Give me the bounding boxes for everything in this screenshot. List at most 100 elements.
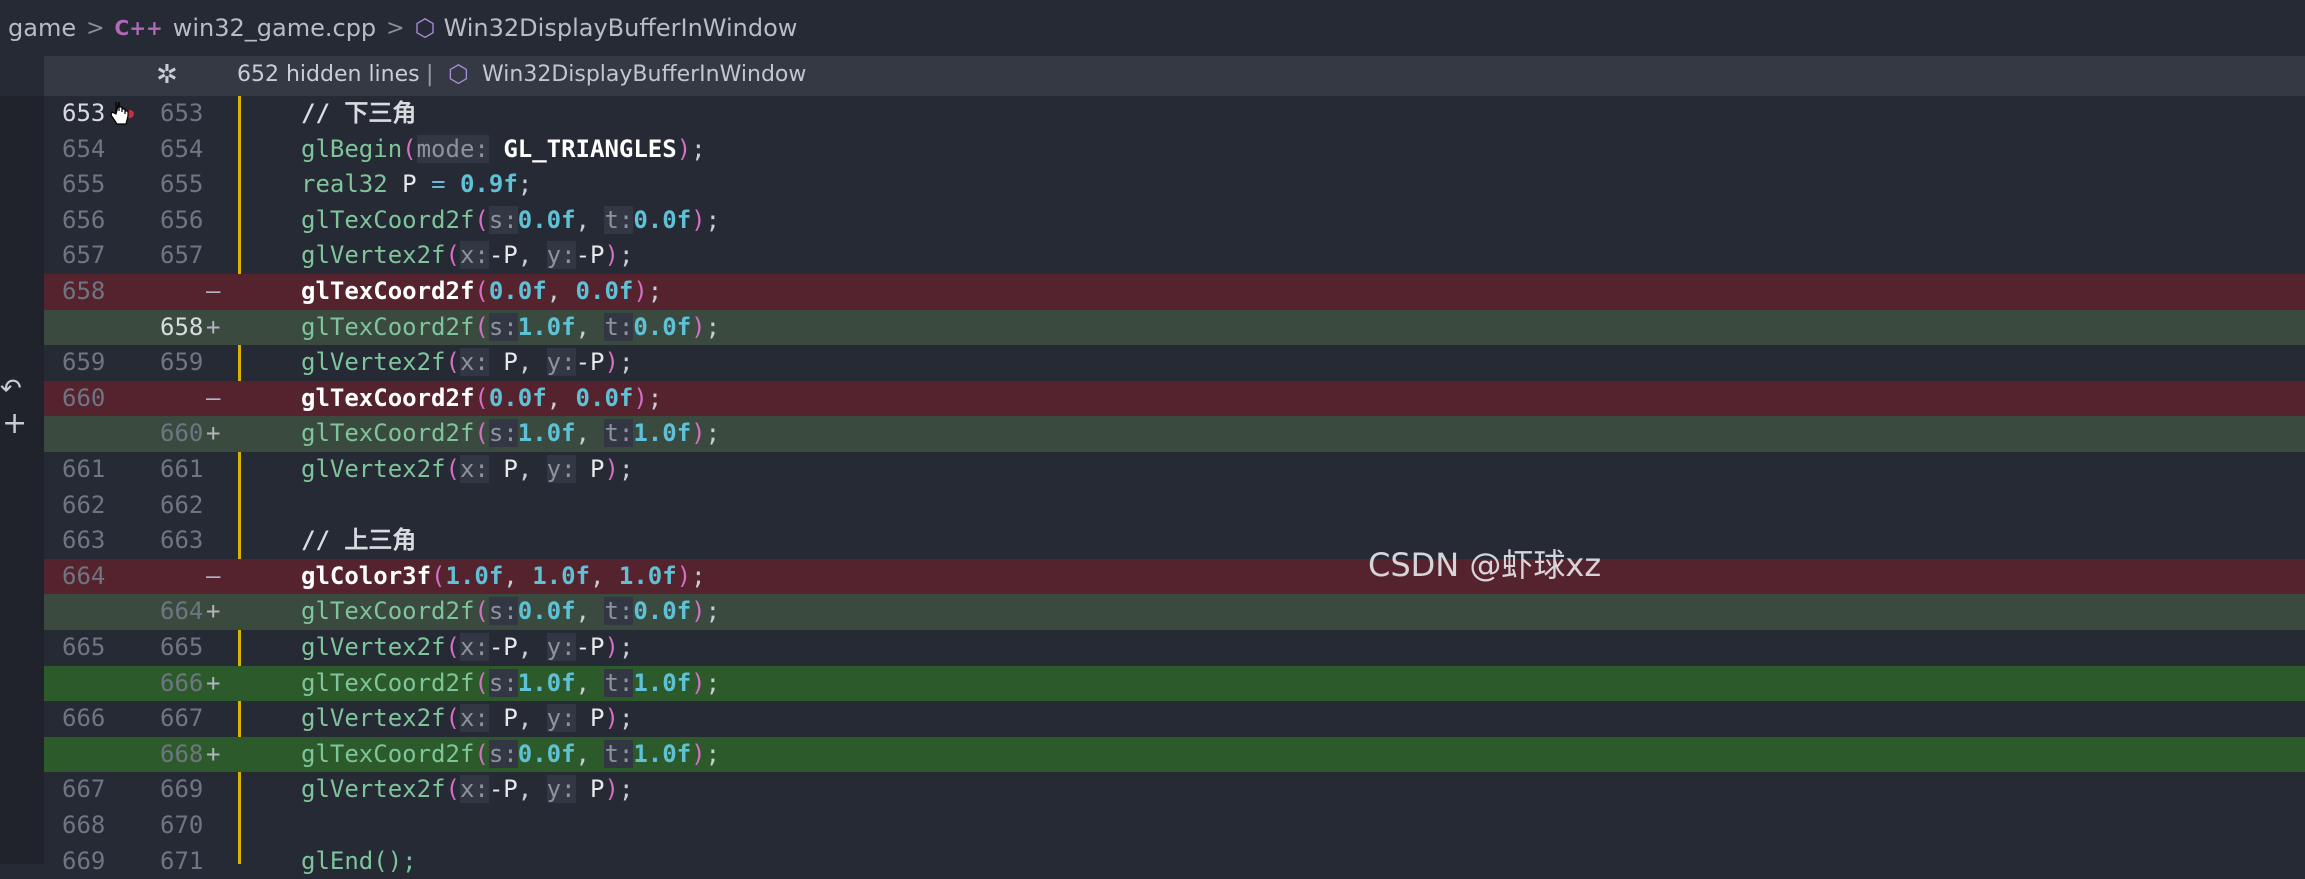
diff-add-marker: + xyxy=(206,597,221,626)
diff-add-marker: + xyxy=(206,419,221,448)
code-number: 0.0f xyxy=(517,739,576,768)
code-variable: P xyxy=(590,704,605,733)
added-line[interactable]: 668 + glTexCoord2f(s:0.0f, t:1.0f); xyxy=(44,736,2305,773)
inlay-hint: x: xyxy=(459,455,489,483)
old-line-number: 659 xyxy=(62,348,106,377)
code-function: glColor3f xyxy=(301,561,432,590)
code-line[interactable]: 653 653 // 下三角 xyxy=(44,96,2305,132)
code-function: glTexCoord2f xyxy=(301,597,475,626)
code-number: 1.0f xyxy=(618,561,677,590)
code-line[interactable]: 662 662 xyxy=(44,488,2305,524)
code-function: glTexCoord2f xyxy=(301,419,475,448)
new-line-number: 667 xyxy=(160,704,204,733)
inlay-hint: s: xyxy=(488,668,518,697)
code-number: 1.0f xyxy=(633,668,692,697)
new-line-number: 671 xyxy=(160,846,204,875)
inlay-hint: y: xyxy=(546,633,576,661)
code-number: 1.0f xyxy=(517,668,576,697)
old-line-number: 668 xyxy=(62,811,106,839)
code-line[interactable]: 661 661 glVertex2f(x: P, y: P); xyxy=(44,452,2305,488)
code-function: glBegin xyxy=(301,134,403,163)
code-line[interactable]: 667 669 glVertex2f(x:-P, y: P); xyxy=(44,772,2305,808)
old-line-number: 667 xyxy=(62,775,106,804)
code-number: 1.0f xyxy=(517,312,576,341)
code-number: 0.0f xyxy=(488,277,547,305)
diff-add-marker: + xyxy=(206,668,221,697)
hidden-lines-symbol[interactable]: Win32DisplayBufferInWindow xyxy=(482,62,806,87)
hidden-lines-bar[interactable]: ✲ 652 hidden lines | ⬡ Win32DisplayBuffe… xyxy=(44,56,2305,96)
chevron-right-icon: > xyxy=(86,15,105,41)
code-line[interactable]: 655 655 real32 P = 0.9f; xyxy=(44,167,2305,203)
inlay-hint: x: xyxy=(459,704,489,733)
added-line[interactable]: 658 + glTexCoord2f(s:1.0f, t:0.0f); xyxy=(44,309,2305,346)
code-line[interactable]: 668 670 xyxy=(44,808,2305,844)
inlay-hint: y: xyxy=(546,455,576,483)
code-number: 1.0f xyxy=(445,561,504,590)
old-line-number: 662 xyxy=(62,490,106,519)
new-line-number: 663 xyxy=(160,526,204,555)
deleted-line[interactable]: 664 — glColor3f(1.0f, 1.0f, 1.0f); xyxy=(44,558,2305,595)
code-line[interactable]: 669 671 glEnd(); xyxy=(44,844,2305,879)
inlay-hint: x: xyxy=(459,633,489,661)
code-line[interactable]: 659 659 glVertex2f(x: P, y:-P); xyxy=(44,345,2305,381)
deleted-line[interactable]: 660 — glTexCoord2f(0.0f, 0.0f); xyxy=(44,380,2305,417)
code-line[interactable]: 666 667 glVertex2f(x: P, y: P); xyxy=(44,701,2305,737)
old-line-number: 664 xyxy=(62,561,106,590)
code-line[interactable]: 654 654 glBegin(mode: GL_TRIANGLES); xyxy=(44,132,2305,168)
symbol-method-icon: ⬡ xyxy=(448,60,469,88)
old-line-number: 654 xyxy=(62,134,106,163)
code-number: 0.0f xyxy=(633,597,692,626)
code-function: glTexCoord2f xyxy=(301,205,475,234)
code-line[interactable]: 656 656 glTexCoord2f(s:0.0f, t:0.0f); xyxy=(44,203,2305,239)
new-line-number: 661 xyxy=(160,455,204,483)
code-constant: GL_TRIANGLES xyxy=(503,134,677,163)
code-function: glVertex2f xyxy=(301,241,446,270)
hidden-lines-label[interactable]: 652 hidden lines xyxy=(237,62,420,87)
symbol-method-icon: ⬡ xyxy=(414,14,436,42)
code-number: 0.0f xyxy=(633,205,692,234)
code-line[interactable]: 665 665 glVertex2f(x:-P, y:-P); xyxy=(44,630,2305,666)
code-function: glTexCoord2f xyxy=(301,383,475,412)
code-operator: = xyxy=(431,170,446,199)
code-variable: P xyxy=(503,704,518,733)
added-line[interactable]: 664 + glTexCoord2f(s:0.0f, t:0.0f); xyxy=(44,594,2305,630)
code-function: glTexCoord2f xyxy=(301,668,475,697)
code-function: glVertex2f xyxy=(301,704,446,733)
revert-icon[interactable]: ↶ xyxy=(0,374,22,404)
new-line-number: 662 xyxy=(160,490,204,519)
chevron-right-icon: > xyxy=(386,15,405,41)
code-line[interactable]: 663 663 // 上三角 xyxy=(44,523,2305,559)
new-line-number: 654 xyxy=(160,134,204,163)
breadcrumb-folder[interactable]: game xyxy=(8,14,76,42)
code-function: glVertex2f xyxy=(301,455,446,483)
inlay-hint: t: xyxy=(604,739,634,768)
code-function: glVertex2f xyxy=(301,633,446,661)
code-number: 0.0f xyxy=(633,312,692,341)
diff-remove-marker: — xyxy=(206,277,221,305)
code-line[interactable]: 657 657 glVertex2f(x:-P, y:-P); xyxy=(44,238,2305,274)
inlay-hint: x: xyxy=(459,348,489,377)
code-number: 0.0f xyxy=(517,205,576,234)
breadcrumb-symbol[interactable]: Win32DisplayBufferInWindow xyxy=(444,14,798,42)
watermark: CSDN @虾球xz xyxy=(1368,546,1602,584)
old-line-number: 666 xyxy=(62,704,106,733)
code-number: 0.0f xyxy=(488,383,547,412)
breadcrumb: game > C++ win32_game.cpp > ⬡ Win32Displ… xyxy=(0,0,2305,56)
unfold-icon[interactable]: ✲ xyxy=(156,60,178,90)
inlay-hint: y: xyxy=(546,704,576,733)
added-line[interactable]: 660 + glTexCoord2f(s:1.0f, t:1.0f); xyxy=(44,416,2305,452)
added-line[interactable]: 666 + glTexCoord2f(s:1.0f, t:1.0f); xyxy=(44,665,2305,702)
inlay-hint: s: xyxy=(488,419,518,448)
stage-icon[interactable]: + xyxy=(2,406,27,441)
diff-add-marker: + xyxy=(206,739,221,768)
code-number: 0.0f xyxy=(517,597,576,626)
code-function: glEnd(); xyxy=(301,846,417,875)
code-variable: -P xyxy=(488,775,518,804)
diff-editor[interactable]: 653 653 // 下三角 654 654 glBegin(mode: GL_… xyxy=(44,96,2305,875)
deleted-line[interactable]: 658 — glTexCoord2f(0.0f, 0.0f); xyxy=(44,274,2305,310)
code-number: 1.0f xyxy=(633,739,692,768)
breadcrumb-file[interactable]: win32_game.cpp xyxy=(173,14,376,42)
inlay-hint: t: xyxy=(604,668,634,697)
old-line-number: 663 xyxy=(62,526,106,555)
old-line-number: 657 xyxy=(62,241,106,270)
